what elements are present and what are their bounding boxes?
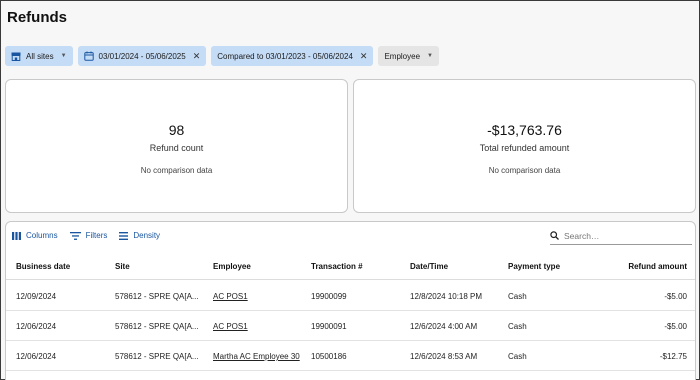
table-row[interactable]: 12/06/2024 578612 - SPRE QA[A... Martha … [6,341,695,371]
table-row[interactable]: 12/06/2024 578612 - SPRE QA[A... AC POS1… [6,311,695,341]
sites-filter-label: All sites [26,51,54,61]
header-payment-type[interactable]: Payment type [508,262,598,271]
table-row[interactable]: 12/09/2024 578612 - SPRE QA[A... AC POS1… [6,281,695,311]
density-label: Density [133,231,161,240]
cell-payment-type: Cash [508,292,527,301]
header-employee[interactable]: Employee [213,262,305,271]
card-label: Total refunded amount [479,143,570,153]
cell-business-date: 12/09/2024 [16,292,57,301]
caret-down-icon: ▼ [427,53,433,59]
header-refund-amount[interactable]: Refund amount [596,262,687,271]
cell-site: 578612 - SPRE QA[A... [115,352,199,361]
date-range-label: 03/01/2024 - 05/06/2025 [98,51,186,61]
sites-filter-chip[interactable]: All sites ▼ [5,46,73,66]
cell-site: 578612 - SPRE QA[A... [115,292,199,301]
cell-refund-amount: -$5.00 [664,322,687,331]
comparison-label: Compared to 03/01/2023 - 05/06/2024 [217,51,353,61]
card-note: No comparison data [140,166,213,175]
filter-bar: All sites ▼ 03/01/2024 - 05/06/2025 ✕ Co… [5,46,439,66]
search-input[interactable] [564,230,684,241]
refund-count-card: 98 Refund count No comparison data [5,79,348,213]
card-note: No comparison data [488,166,561,175]
filters-label: Filters [85,231,108,240]
filters-button[interactable]: Filters [69,231,108,240]
employee-filter-chip[interactable]: Employee ▼ [378,46,439,66]
card-label: Refund count [149,143,204,153]
cell-site: 578612 - SPRE QA[A... [115,322,199,331]
columns-button[interactable]: Columns [12,231,58,240]
columns-icon [12,231,21,240]
comparison-chip[interactable]: Compared to 03/01/2023 - 05/06/2024 ✕ [211,46,374,66]
app-frame: Refunds All sites ▼ 03/01/2024 - 05/06/2… [0,0,700,380]
cell-transaction: 10500186 [311,352,347,361]
density-icon [119,231,129,240]
search-icon [550,231,559,240]
store-icon [11,51,21,61]
columns-label: Columns [26,231,58,240]
cell-employee-link[interactable]: AC POS1 [213,322,305,331]
cell-refund-amount: -$12.75 [659,352,687,361]
cell-employee-link[interactable]: Martha AC Employee 30 [213,352,305,361]
table-header: Business date Site Employee Transaction … [6,253,695,280]
cell-date-time: 12/6/2024 8:53 AM [410,352,478,361]
cell-business-date: 12/06/2024 [16,322,57,331]
total-refund-card: -$13,763.76 Total refunded amount No com… [353,79,696,213]
calendar-icon [83,51,94,61]
cell-payment-type: Cash [508,352,527,361]
header-transaction[interactable]: Transaction # [311,262,401,271]
caret-down-icon: ▼ [60,53,67,59]
grid-toolbar: Columns Filters Density [12,231,160,240]
close-icon[interactable]: ✕ [193,51,201,62]
refunds-table: Columns Filters Density Business date Si… [5,221,696,380]
card-value: -$13,763.76 [487,122,562,138]
cell-refund-amount: -$5.00 [664,292,687,301]
search-box[interactable] [550,227,692,245]
cell-date-time: 12/6/2024 4:00 AM [410,322,478,331]
card-value: 98 [168,122,185,138]
employee-filter-label: Employee [384,51,421,61]
page-title: Refunds [7,9,67,26]
cell-payment-type: Cash [508,322,527,331]
cell-employee-link[interactable]: AC POS1 [213,292,305,301]
cell-transaction: 19900099 [311,292,347,301]
date-range-chip[interactable]: 03/01/2024 - 05/06/2025 ✕ [77,46,207,66]
close-icon[interactable]: ✕ [360,51,368,62]
cell-transaction: 19900091 [311,322,347,331]
filter-icon [69,231,81,240]
cell-date-time: 12/8/2024 10:18 PM [410,292,483,301]
header-business-date[interactable]: Business date [16,262,106,271]
cell-business-date: 12/06/2024 [16,352,57,361]
density-button[interactable]: Density [119,231,160,240]
header-site[interactable]: Site [115,262,203,271]
header-date-time[interactable]: Date/Time [410,262,506,271]
